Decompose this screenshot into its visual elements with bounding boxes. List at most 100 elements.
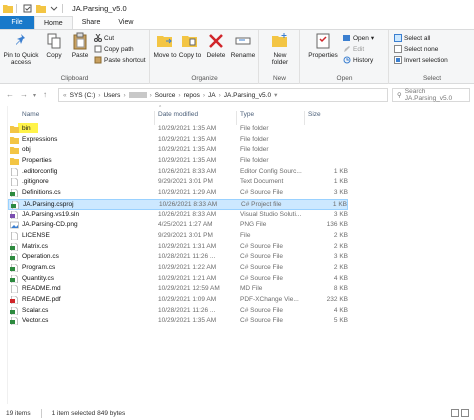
breadcrumb-users[interactable]: Users [103,92,120,99]
file-type: File folder [240,157,269,165]
file-row[interactable]: README.md 10/29/2021 12:59 AM MD File 8 KB [8,284,348,295]
chevron-right-icon: › [218,91,221,99]
breadcrumb-current[interactable]: JA.Parsing_v5.0 [224,92,271,99]
copy-path-button[interactable]: Copy path [94,45,134,53]
file-type: C# Source File [240,242,283,250]
invert-selection-button[interactable]: Invert selection [394,56,448,64]
selection-info: 1 item selected 849 bytes [51,409,126,417]
file-row[interactable]: .gitignore 9/29/2021 3:01 PM Text Document… [8,177,348,188]
column-date[interactable]: Date modified [158,111,198,118]
file-type: C# Source File [240,263,283,271]
chevron-down-icon[interactable]: ▾ [274,91,277,99]
tab-home[interactable]: Home [34,16,73,29]
folder-icon [10,158,19,166]
file-name: obj [22,146,31,154]
file-size: 232 KB [326,296,348,303]
file-row[interactable]: Operation.cs 10/28/2021 11:26 ... C# Sourc… [8,252,348,263]
column-name[interactable]: Name [22,111,39,118]
file-row[interactable]: Quantity.cs 10/29/2021 1:21 AM C# Source F… [8,274,348,285]
folder-icon[interactable] [36,4,46,13]
move-to-button[interactable]: Move to [153,32,177,59]
tab-share[interactable]: Share [73,16,110,29]
up-arrow-icon[interactable]: ↑ [43,90,47,99]
file-row[interactable]: Program.cs 10/29/2021 1:22 AM C# Source Fi… [8,263,348,274]
column-size[interactable]: Size [308,111,321,118]
column-divider[interactable] [236,111,237,125]
file-row[interactable]: LICENSE 9/29/2021 3:01 PM File 2 KB [8,231,348,242]
window-title: JA.Parsing_v5.0 [72,3,127,13]
forward-arrow-icon[interactable]: → [20,90,28,99]
chevron-down-icon[interactable]: ▾ [33,92,36,99]
breadcrumb-drive[interactable]: SYS (C:) [70,92,96,99]
column-divider[interactable] [154,111,155,125]
select-all-icon [394,34,402,42]
navigation-pane[interactable] [0,106,8,404]
file-row[interactable]: bin 10/29/2021 1:35 AM File folder [8,123,348,135]
status-bar: 19 items 1 item selected 849 bytes [0,406,474,420]
new-group: New folder New [260,30,300,84]
open-group-label: Open [336,75,353,82]
column-divider[interactable] [304,111,305,125]
file-row[interactable]: Vector.cs 10/29/2021 1:35 AM C# Source Fil… [8,316,348,327]
file-row[interactable]: JA.Parsing.vs19.sln 10/26/2021 8:33 AM Vis… [8,210,348,221]
copy-button[interactable]: Copy [42,32,66,59]
divider [16,3,17,13]
address-bar[interactable]: « SYS (C:) › Users › › Source › repos › … [58,88,388,102]
file-row[interactable]: README.pdf 10/29/2021 1:09 AM PDF-XChange … [8,295,348,306]
folder-icon [10,136,19,144]
cut-button[interactable]: Cut [94,34,114,42]
file-name: Operation.cs [22,253,59,261]
delete-button[interactable]: Delete [204,32,228,59]
file-date: 10/26/2021 8:33 AM [159,200,218,208]
rename-icon [235,37,251,45]
properties-button[interactable]: Properties [307,32,339,59]
file-row[interactable]: JA.Parsing.csproj 10/26/2021 8:33 AM C# Pr… [8,198,348,210]
open-button[interactable]: Open ▾ [343,34,374,42]
file-row[interactable]: .editorconfig 10/26/2021 8:33 AM Editor Co… [8,167,348,178]
chevron-down-icon[interactable] [49,4,59,13]
paste-button[interactable]: Paste [68,32,92,59]
file-row[interactable]: obj 10/29/2021 1:35 AM File folder [8,145,348,156]
file-row[interactable]: Matrix.cs 10/29/2021 1:31 AM C# Source Fil… [8,242,348,253]
copy-to-icon [182,36,197,47]
properties-label: Properties [308,52,338,59]
clipboard-group: Pin to Quick access Copy Paste Cut Copy … [0,30,150,84]
view-toggles [449,409,469,417]
file-size: 3 KB [333,189,348,197]
select-none-button[interactable]: Select none [394,45,438,53]
tab-view[interactable]: View [109,16,142,29]
address-row: ← → ▾ ↑ « SYS (C:) › Users › › Source › … [0,86,474,104]
file-row[interactable]: Scalar.cs 10/28/2021 11:26 ... C# Source F… [8,306,348,317]
select-all-button[interactable]: Select all [394,34,430,42]
file-row[interactable]: JA.Parsing-CD.png 4/25/2021 1:27 AM PNG Fi… [8,220,348,231]
file-row[interactable]: Expressions 10/29/2021 1:35 AM File folder [8,135,348,146]
file-date: 10/26/2021 8:33 AM [158,210,217,218]
file-date: 10/29/2021 1:35 AM [158,125,217,132]
breadcrumb-source[interactable]: Source [155,92,176,99]
search-input[interactable]: ⚲ Search JA.Parsing_v5.0 [392,88,470,102]
new-folder-button[interactable]: New folder [266,32,294,66]
copy-to-button[interactable]: Copy to [178,32,202,59]
organize-group: Move to Copy to Delete Rename Organize [151,30,259,84]
tab-file[interactable]: File [0,16,34,29]
file-row[interactable]: Definitions.cs 10/29/2021 1:29 AM C# Sourc… [8,188,348,199]
breadcrumb-ja[interactable]: JA [208,92,216,99]
back-arrow-icon[interactable]: ← [6,90,14,99]
edit-button[interactable]: Edit [343,45,364,53]
file-name: Quantity.cs [22,274,55,282]
paste-shortcut-button[interactable]: Paste shortcut [94,56,146,64]
file-row[interactable]: Properties 10/29/2021 1:35 AM File folder [8,156,348,167]
breadcrumb-repos[interactable]: repos [184,92,200,99]
checkbox-icon[interactable] [23,4,33,13]
column-type[interactable]: Type [240,111,254,118]
open-icon [343,35,350,41]
large-icons-view-icon[interactable] [461,409,469,417]
copy-label: Copy [46,52,62,59]
history-button[interactable]: History [343,56,373,64]
properties-icon [316,33,330,49]
csharp-file-icon [10,317,18,326]
rename-label: Rename [230,52,256,59]
pin-to-quick-access-button[interactable]: Pin to Quick access [2,32,40,66]
details-view-icon[interactable] [451,409,459,417]
rename-button[interactable]: Rename [230,32,256,59]
